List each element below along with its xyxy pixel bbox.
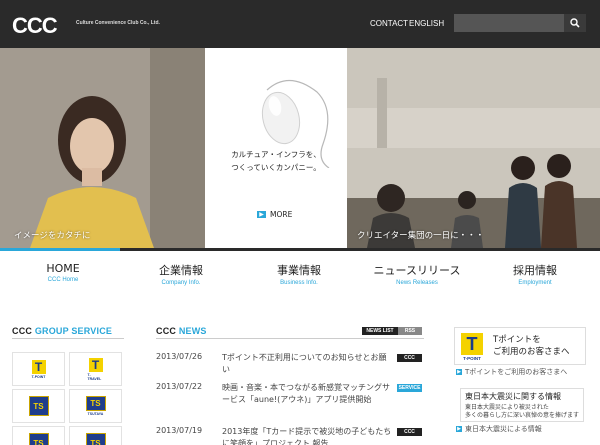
english-link[interactable]: ENGLISH: [409, 19, 444, 28]
ttravel-service-tile[interactable]: T T-TRAVEL: [69, 352, 122, 386]
news-category-badge: CCC: [397, 428, 422, 436]
hero-mid-panel: カルチュア・インフラを、 つくっていくカンパニー。 ▶ MORE: [205, 48, 347, 248]
hero-left-caption: イメージをカタチに: [14, 231, 91, 241]
nav-item-company[interactable]: 企業情報 Company Info.: [122, 251, 240, 286]
quake-title: 東日本大震災に関する情報: [465, 392, 561, 401]
search-button[interactable]: [564, 14, 586, 32]
hero-right-panel[interactable]: クリエイター集団の一日に・・・: [347, 48, 600, 248]
group-service-title: CCC GROUP SERVICE: [12, 326, 113, 336]
tpoint-info-link[interactable]: ▶ Tポイントをご利用のお客さまへ: [456, 367, 567, 377]
news-divider: [156, 338, 424, 339]
nav-label: 企業情報: [159, 264, 203, 277]
ccc-logo[interactable]: CCC: [12, 13, 58, 39]
nav-label: 採用情報: [513, 264, 557, 277]
hero-right-caption: クリエイター集団の一日に・・・: [357, 231, 485, 241]
nav-label: ニュースリリース: [373, 264, 461, 277]
nav-sublabel: Business Info.: [280, 280, 318, 286]
earthquake-info-link[interactable]: ▶ 東日本大震災による情報: [456, 424, 542, 434]
nav-sublabel: News Releases: [396, 280, 438, 286]
arrow-right-icon: ▶: [456, 426, 462, 432]
nav-label: 事業情報: [277, 264, 321, 277]
nav-sublabel: CCC Home: [47, 277, 79, 283]
nav-item-employment[interactable]: 採用情報 Employment: [476, 251, 594, 286]
tpoint-banner[interactable]: T T-POINT Tポイントを ご利用のお客さまへ: [454, 327, 586, 365]
nav-item-news[interactable]: ニュースリリース News Releases: [358, 251, 476, 286]
nav-label: HOME: [46, 262, 80, 275]
rss-button[interactable]: RSS: [398, 327, 422, 335]
news-date: 2013/07/22: [156, 382, 203, 391]
arrow-right-icon: ▶: [456, 369, 462, 375]
news-category-badge: SERVICE: [397, 384, 422, 392]
news-list-button[interactable]: NEWS LIST: [362, 327, 398, 335]
more-link[interactable]: ▶ MORE: [257, 210, 292, 219]
news-headline[interactable]: Tポイント不正利用についてのお知らせとお願い: [222, 352, 394, 376]
nav-item-home[interactable]: HOME CCC Home: [4, 251, 122, 283]
group-divider: [12, 338, 124, 339]
news-title: CCC NEWS: [156, 326, 207, 336]
tsutaya-tile-1[interactable]: TS: [12, 389, 65, 423]
hero-tagline-1: カルチュア・インフラを、: [231, 150, 321, 159]
tpoint-logo: T T-POINT: [31, 359, 46, 379]
more-label: MORE: [270, 210, 293, 219]
hero-banner: イメージをカタチに カルチュア・インフラを、 つくっていくカンパニー。 ▶ MO…: [0, 48, 600, 248]
search-icon: [570, 18, 580, 28]
company-name: Culture Convenience Club Co., Ltd.: [76, 20, 160, 26]
news-date: 2013/07/26: [156, 352, 203, 361]
tsutaya-tile-2[interactable]: TS TSUTAYA: [69, 389, 122, 423]
tsutaya-logo: TS: [28, 396, 49, 416]
tpoint-logo: T T-POINT: [459, 333, 485, 361]
tsutaya-logo: TS: [28, 433, 49, 445]
tsutaya-tile-4[interactable]: TS: [69, 426, 122, 445]
office-photo: [347, 48, 600, 248]
top-bar: CCC Culture Convenience Club Co., Ltd. C…: [0, 0, 600, 48]
news-date: 2013/07/19: [156, 426, 203, 435]
tsutaya-logo: TS TSUTAYA: [85, 396, 106, 416]
nav-item-business[interactable]: 事業情報 Business Info.: [240, 251, 358, 286]
tpoint-service-tile[interactable]: T T-POINT: [12, 352, 65, 386]
news-headline[interactable]: 2013年度「Tカード提示で被災地の子どもたちに笑顔を」プロジェクト 報告: [222, 426, 394, 445]
news-headline[interactable]: 映画・音楽・本でつながる新感覚マッチングサービス「aune!(アウネ)」アプリ提…: [222, 382, 394, 406]
main-nav: HOME CCC Home 企業情報 Company Info. 事業情報 Bu…: [0, 251, 600, 293]
tpoint-banner-text: Tポイントを ご利用のお客さまへ: [493, 335, 570, 357]
woman-photo: [0, 48, 205, 248]
hero-left-panel[interactable]: イメージをカタチに: [0, 48, 205, 248]
contact-link[interactable]: CONTACT: [370, 19, 408, 28]
tsutaya-tile-3[interactable]: TS: [12, 426, 65, 445]
news-category-badge: CCC: [397, 354, 422, 362]
earthquake-info-box[interactable]: 東日本大震災に関する情報 東日本大震災により被災された 多くの暮らし方に深い哀悼…: [460, 388, 584, 422]
nav-sublabel: Company Info.: [161, 280, 201, 286]
hero-tagline-2: つくっていくカンパニー。: [231, 163, 321, 172]
nav-sublabel: Employment: [518, 280, 552, 286]
quake-body: 東日本大震災により被災された 多くの暮らし方に深い哀悼の意を捧げます: [465, 404, 580, 419]
search-input[interactable]: [454, 14, 564, 32]
tsutaya-logo: TS: [85, 433, 106, 445]
arrow-right-icon: ▶: [257, 211, 266, 218]
ttravel-logo: T T-TRAVEL: [87, 357, 103, 381]
